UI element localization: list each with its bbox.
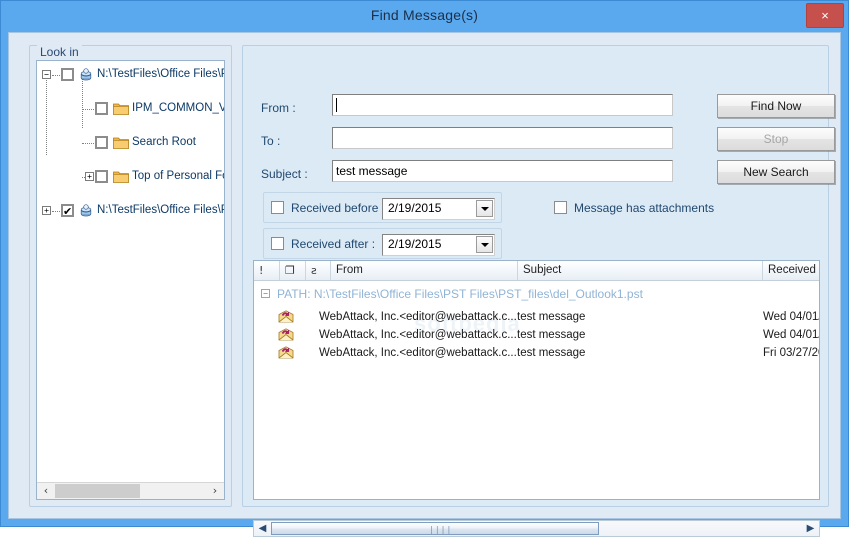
document-icon: ❐ xyxy=(285,264,295,277)
column-header-subject[interactable]: Subject xyxy=(518,261,763,280)
folder-icon xyxy=(113,103,129,115)
from-label: From : xyxy=(261,101,296,115)
folder-tree-content: − N:\TestFiles\Office Files\PST xyxy=(37,61,224,481)
folder-icon xyxy=(113,137,129,149)
table-row[interactable]: WebAttack, Inc.<editor@webattack.c... te… xyxy=(254,327,819,343)
group-path-label: PATH: N:\TestFiles\Office Files\PST File… xyxy=(277,287,643,301)
group-expander-icon[interactable]: − xyxy=(261,289,270,298)
to-input[interactable] xyxy=(332,127,673,149)
has-attachments-label: Message has attachments xyxy=(574,201,715,215)
tree-expander-expand[interactable]: + xyxy=(42,206,51,215)
cell-received: Fri 03/27/200 xyxy=(763,347,819,359)
search-panel: From : To : Subject : Received before : … xyxy=(242,45,835,537)
table-row[interactable]: WebAttack, Inc.<editor@webattack.c... te… xyxy=(254,345,819,361)
has-attachments-checkbox[interactable] xyxy=(554,201,567,214)
subject-label: Subject : xyxy=(261,167,308,181)
scrollbar-grip: |||| xyxy=(429,525,453,534)
scroll-right-icon[interactable]: › xyxy=(207,483,223,499)
pst-icon xyxy=(80,68,92,81)
results-horizontal-scrollbar[interactable]: ◀ |||| ▶ xyxy=(253,520,820,537)
column-header-received[interactable]: Received xyxy=(763,261,819,280)
tree-expander-expand[interactable]: + xyxy=(85,172,94,181)
column-header-priority[interactable]: ! xyxy=(254,261,280,280)
tree-checkbox-ipm[interactable] xyxy=(95,102,108,115)
scroll-left-icon[interactable]: ◀ xyxy=(255,521,270,536)
column-header-from[interactable]: From xyxy=(331,261,518,280)
tree-connector xyxy=(52,211,60,212)
tree-node-root1[interactable]: − N:\TestFiles\Office Files\PST xyxy=(37,66,224,83)
stop-button[interactable]: Stop xyxy=(717,127,835,151)
find-messages-window: Find Message(s) × Look in − N:\TestFiles… xyxy=(0,0,849,537)
chevron-down-icon[interactable] xyxy=(476,236,493,253)
tree-label-root2: N:\TestFiles\Office Files\PST xyxy=(97,204,224,216)
pst-icon xyxy=(80,204,92,217)
tree-checkbox-root1[interactable] xyxy=(61,68,74,81)
scrollbar-thumb[interactable] xyxy=(55,484,140,498)
received-before-checkbox[interactable] xyxy=(271,201,284,214)
cell-from: WebAttack, Inc.<editor@webattack.c... xyxy=(319,311,517,323)
title-bar: Find Message(s) × xyxy=(1,1,848,31)
look-in-legend: Look in xyxy=(37,45,82,59)
received-before-label: Received before : xyxy=(291,201,386,215)
cell-from: WebAttack, Inc.<editor@webattack.c... xyxy=(319,329,517,341)
cell-subject: test message xyxy=(517,329,586,341)
priority-icon: ! xyxy=(259,264,264,277)
tree-expander-collapse[interactable]: − xyxy=(42,70,51,79)
results-list[interactable]: ! ❐ ƨ From Subject Received softpedia − … xyxy=(253,260,820,500)
scroll-left-icon[interactable]: ‹ xyxy=(38,483,54,499)
tree-horizontal-scrollbar[interactable]: ‹ › xyxy=(37,482,224,499)
tree-node-search-root[interactable]: Search Root xyxy=(37,134,224,151)
tree-checkbox-root2[interactable] xyxy=(61,203,74,220)
to-label: To : xyxy=(261,134,281,148)
tree-connector xyxy=(82,143,94,144)
results-group-row[interactable]: − PATH: N:\TestFiles\Office Files\PST Fi… xyxy=(254,283,819,305)
results-header: ! ❐ ƨ From Subject Received xyxy=(254,261,819,281)
tree-checkbox-search-root[interactable] xyxy=(95,136,108,149)
received-before-date-combo[interactable]: 2/19/2015 xyxy=(382,198,495,220)
folder-tree[interactable]: − N:\TestFiles\Office Files\PST xyxy=(36,60,225,500)
chevron-down-icon[interactable] xyxy=(476,200,493,217)
cell-received: Wed 04/01/2 xyxy=(763,311,819,323)
dialog-client-area: Look in − N:\TestFiles\Office Files\ IPM… xyxy=(8,32,841,537)
tree-connector xyxy=(52,75,60,76)
cell-received: Wed 04/01/2 xyxy=(763,329,819,341)
text-caret xyxy=(336,98,337,112)
paperclip-icon: ƨ xyxy=(311,264,317,277)
scroll-right-icon[interactable]: ▶ xyxy=(803,521,818,536)
tree-label-ipm: IPM_COMMON_VIEWS xyxy=(132,102,224,114)
received-after-date-value: 2/19/2015 xyxy=(388,237,442,251)
table-row[interactable]: WebAttack, Inc.<editor@webattack.c... te… xyxy=(254,309,819,325)
tree-label-top-personal: Top of Personal Folders xyxy=(132,170,224,182)
tree-node-top-personal[interactable]: + Top of Personal Folders xyxy=(37,168,224,185)
envelope-icon xyxy=(278,346,294,359)
new-search-button[interactable]: New Search xyxy=(717,160,835,184)
tree-label-root1: N:\TestFiles\Office Files\PST xyxy=(97,68,224,80)
column-header-document[interactable]: ❐ xyxy=(280,261,306,280)
tree-checkbox-top-personal[interactable] xyxy=(95,170,108,183)
column-header-attachment[interactable]: ƨ xyxy=(306,261,331,280)
tree-node-root2[interactable]: + N:\TestFiles\Office Files\PST xyxy=(37,202,224,220)
cell-from: WebAttack, Inc.<editor@webattack.c... xyxy=(319,347,517,359)
envelope-icon xyxy=(278,328,294,341)
cell-subject: test message xyxy=(517,347,586,359)
close-icon[interactable]: × xyxy=(806,3,844,28)
received-after-date-combo[interactable]: 2/19/2015 xyxy=(382,234,495,256)
cell-subject: test message xyxy=(517,311,586,323)
received-before-date-value: 2/19/2015 xyxy=(388,201,442,215)
scrollbar-thumb[interactable]: |||| xyxy=(271,522,599,535)
tree-label-search-root: Search Root xyxy=(132,136,196,148)
window-title: Find Message(s) xyxy=(370,7,479,23)
find-now-button[interactable]: Find Now xyxy=(717,94,835,118)
received-after-checkbox[interactable] xyxy=(271,237,284,250)
tree-connector xyxy=(82,109,94,110)
envelope-icon xyxy=(278,310,294,323)
received-after-label: Received after : xyxy=(291,237,376,251)
subject-input[interactable] xyxy=(332,160,673,182)
tree-node-ipm[interactable]: IPM_COMMON_VIEWS xyxy=(37,100,224,117)
folder-icon xyxy=(113,171,129,183)
from-input[interactable] xyxy=(332,94,673,116)
